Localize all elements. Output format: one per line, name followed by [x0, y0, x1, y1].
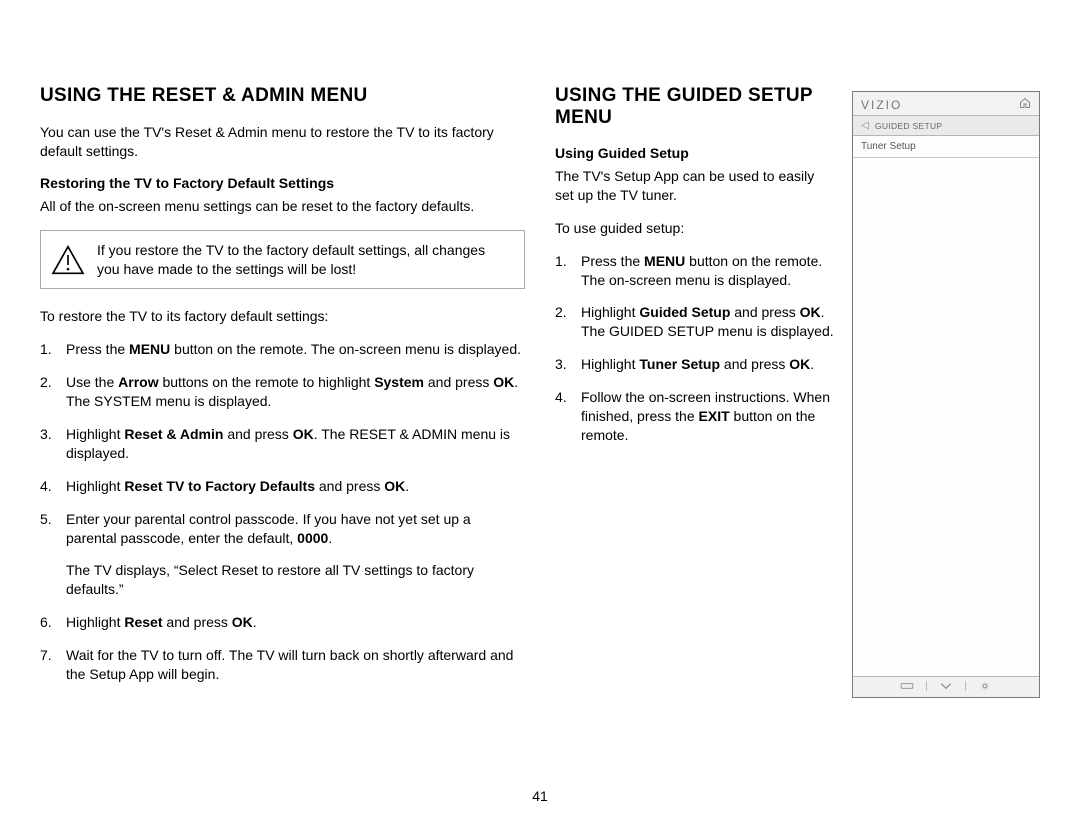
list-item: Press the MENU button on the remote. The…	[40, 340, 525, 359]
subsection-heading-restore: Restoring the TV to Factory Default Sett…	[40, 175, 525, 191]
list-item: Follow the on-screen instructions. When …	[555, 388, 834, 445]
tv-menu-item-tuner-setup: Tuner Setup	[853, 136, 1039, 158]
tv-brand-label: VIZIO	[861, 98, 902, 112]
list-item: Highlight Reset & Admin and press OK. Th…	[40, 425, 525, 463]
divider	[965, 681, 966, 691]
subsection-heading-guided: Using Guided Setup	[555, 145, 834, 161]
divider	[926, 681, 927, 691]
guided-intro: The TV's Setup App can be used to easily…	[555, 167, 834, 205]
restore-steps: Press the MENU button on the remote. The…	[40, 340, 525, 684]
warning-callout: If you restore the TV to the factory def…	[40, 230, 525, 290]
intro-text: You can use the TV's Reset & Admin menu …	[40, 123, 525, 161]
list-item: Use the Arrow buttons on the remote to h…	[40, 373, 525, 411]
tv-breadcrumb-label: GUIDED SETUP	[875, 121, 942, 131]
list-item: Highlight Tuner Setup and press OK.	[555, 355, 834, 374]
section-heading-guided-setup: USING THE GUIDED SETUP MENU	[555, 85, 834, 129]
guided-steps: Press the MENU button on the remote. The…	[555, 252, 834, 445]
list-item: Highlight Reset TV to Factory Defaults a…	[40, 477, 525, 496]
tv-menu-screenshot: VIZIO ◁ GUIDED SETUP Tuner Setup	[852, 91, 1040, 698]
tv-menu-body	[853, 158, 1039, 676]
tv-breadcrumb: ◁ GUIDED SETUP	[853, 116, 1039, 136]
warning-icon	[51, 245, 85, 275]
subsection-intro: All of the on-screen menu settings can b…	[40, 197, 525, 216]
right-column: USING THE GUIDED SETUP MENU Using Guided…	[555, 85, 1040, 698]
left-column: USING THE RESET & ADMIN MENU You can use…	[40, 85, 525, 698]
list-item: Enter your parental control passcode. If…	[40, 510, 525, 600]
guided-lead: To use guided setup:	[555, 219, 834, 238]
chevron-down-icon	[939, 681, 953, 694]
list-item: Highlight Guided Setup and press OK. The…	[555, 303, 834, 341]
list-item: Highlight Reset and press OK.	[40, 613, 525, 632]
tv-menu-header: VIZIO	[853, 92, 1039, 116]
gear-icon	[978, 681, 992, 694]
home-icon	[1019, 97, 1031, 112]
section-heading-reset-admin: USING THE RESET & ADMIN MENU	[40, 85, 525, 107]
list-item: Press the MENU button on the remote. The…	[555, 252, 834, 290]
warning-text: If you restore the TV to the factory def…	[97, 241, 510, 279]
page-number: 41	[532, 788, 548, 804]
wide-icon	[900, 681, 914, 694]
tv-menu-footer	[853, 676, 1039, 697]
chevron-left-icon: ◁	[861, 120, 869, 131]
list-item: Wait for the TV to turn off. The TV will…	[40, 646, 525, 684]
restore-lead: To restore the TV to its factory default…	[40, 307, 525, 326]
